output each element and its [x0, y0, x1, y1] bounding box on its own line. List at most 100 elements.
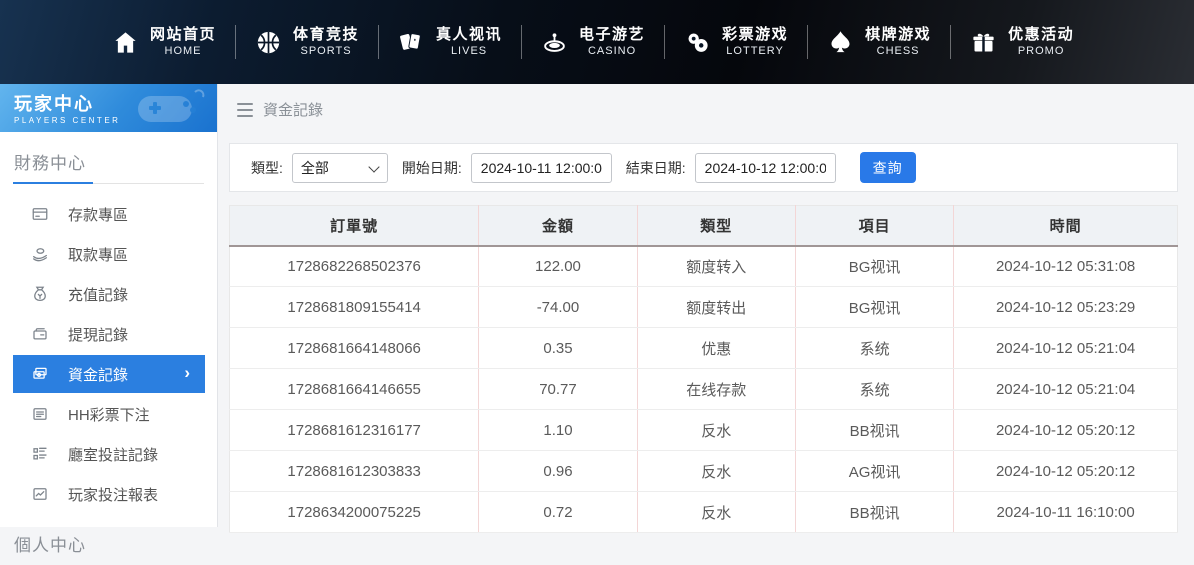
cell-order-no: 1728681612303833 — [230, 451, 479, 492]
type-select-wrap: 全部 — [292, 153, 388, 183]
cell-time: 2024-10-12 05:21:04 — [954, 328, 1178, 369]
search-button[interactable]: 查詢 — [860, 152, 916, 183]
cell-time: 2024-10-12 05:20:12 — [954, 410, 1178, 451]
start-date-input[interactable] — [471, 153, 612, 183]
withdraw-wallet-icon — [31, 325, 49, 343]
table-header-row: 訂單號 金額 類型 項目 時間 — [230, 206, 1178, 246]
cell-item: BB视讯 — [795, 492, 953, 533]
nav-item-home[interactable]: 网站首页 HOME — [112, 26, 216, 59]
sidebar-item-player-bet-report[interactable]: 玩家投注報表 — [0, 474, 217, 514]
sidebar-item-recharge-records[interactable]: 充值記錄 — [0, 274, 217, 314]
gamepad-icon — [137, 86, 209, 130]
col-header-type: 類型 — [637, 206, 795, 246]
cell-item: BG视讯 — [795, 287, 953, 328]
nav-divider — [521, 25, 522, 59]
nav-label-en: HOME — [165, 45, 202, 59]
main-content: 資金記錄 類型: 全部 開始日期: 結束日期: 查詢 訂單號 金額 類型 項目 — [219, 84, 1194, 527]
table-row: 1728681664146655 70.77 在线存款 系统 2024-10-1… — [230, 369, 1178, 410]
cell-amount: -74.00 — [479, 287, 637, 328]
nav-item-casino[interactable]: 电子游艺 CASINO — [541, 26, 645, 59]
nav-item-lottery[interactable]: 彩票游戏 LOTTERY — [684, 26, 788, 59]
cell-order-no: 1728682268502376 — [230, 246, 479, 287]
sidebar-item-hall-bet-records[interactable]: 廳室投註記錄 — [0, 434, 217, 474]
sidebar-item-withdrawal-records[interactable]: 提現記錄 — [0, 314, 217, 354]
roulette-icon — [541, 29, 568, 56]
filter-bar: 類型: 全部 開始日期: 結束日期: 查詢 — [229, 143, 1178, 192]
cell-order-no: 1728681809155414 — [230, 287, 479, 328]
table-row: 1728681612303833 0.96 反水 AG视讯 2024-10-12… — [230, 451, 1178, 492]
section-divider — [13, 183, 204, 184]
col-header-order-no: 訂單號 — [230, 206, 479, 246]
cell-order-no: 1728681612316177 — [230, 410, 479, 451]
start-date-label: 開始日期: — [402, 158, 462, 178]
sidebar-item-label: 存款專區 — [68, 204, 128, 225]
sidebar: 玩家中心 PLAYERS CENTER 財務中心 存款專區 取款專區 充值記錄 — [0, 84, 218, 527]
type-select[interactable]: 全部 — [292, 153, 388, 183]
end-date-input[interactable] — [695, 153, 836, 183]
nav-label-zh: 棋牌游戏 — [865, 26, 931, 45]
cell-type: 额度转出 — [637, 287, 795, 328]
cell-amount: 70.77 — [479, 369, 637, 410]
lottery-balls-icon — [684, 29, 711, 56]
cell-item: BG视讯 — [795, 246, 953, 287]
end-date-label: 結束日期: — [626, 158, 686, 178]
gift-icon — [970, 29, 997, 56]
sidebar-item-withdraw-zone[interactable]: 取款專區 — [0, 234, 217, 274]
sidebar-header: 玩家中心 PLAYERS CENTER — [0, 84, 217, 132]
nav-label-en: LIVES — [451, 45, 487, 59]
nav-divider — [807, 25, 808, 59]
hall-bet-record-icon — [31, 445, 49, 463]
chevron-right-icon: › — [184, 363, 190, 383]
nav-label-zh: 彩票游戏 — [722, 26, 788, 45]
table-row: 1728634200075225 0.72 反水 BB视讯 2024-10-11… — [230, 492, 1178, 533]
sidebar-item-label: 資金記錄 — [68, 364, 128, 385]
nav-label-zh: 真人视讯 — [436, 26, 502, 45]
nav-item-promo[interactable]: 优惠活动 PROMO — [970, 26, 1074, 59]
col-header-amount: 金額 — [479, 206, 637, 246]
menu-icon[interactable] — [237, 103, 253, 117]
lottery-bet-icon — [31, 405, 49, 423]
table-row: 1728682268502376 122.00 额度转入 BG视讯 2024-1… — [230, 246, 1178, 287]
page-title: 資金記錄 — [263, 99, 323, 120]
sidebar-item-hh-lottery-bets[interactable]: HH彩票下注 — [0, 394, 217, 434]
nav-divider — [235, 25, 236, 59]
nav-label-zh: 网站首页 — [150, 26, 216, 45]
cell-order-no: 1728681664148066 — [230, 328, 479, 369]
cell-type: 优惠 — [637, 328, 795, 369]
nav-label-en: CASINO — [588, 45, 636, 59]
nav-item-chess[interactable]: 棋牌游戏 CHESS — [827, 26, 931, 59]
nav-label-en: CHESS — [877, 45, 920, 59]
cards-icon — [398, 29, 425, 56]
sidebar-item-deposit-zone[interactable]: 存款專區 — [0, 194, 217, 234]
col-header-item: 項目 — [795, 206, 953, 246]
nav-divider — [378, 25, 379, 59]
cell-item: BB视讯 — [795, 410, 953, 451]
table-row: 1728681809155414 -74.00 额度转出 BG视讯 2024-1… — [230, 287, 1178, 328]
nav-item-lives[interactable]: 真人视讯 LIVES — [398, 26, 502, 59]
funds-record-icon — [31, 365, 49, 383]
breadcrumb: 資金記錄 — [219, 84, 1194, 120]
nav-label-en: PROMO — [1018, 45, 1065, 59]
cell-order-no: 1728634200075225 — [230, 492, 479, 533]
sidebar-item-label: 提現記錄 — [68, 324, 128, 345]
section-title-finance: 財務中心 — [0, 132, 217, 183]
nav-item-sports[interactable]: 体育竞技 SPORTS — [255, 26, 359, 59]
nav-label-zh: 电子游艺 — [579, 26, 645, 45]
cell-item: 系统 — [795, 369, 953, 410]
section-title-personal: 個人中心 — [0, 514, 217, 565]
home-icon — [112, 29, 139, 56]
table-row: 1728681612316177 1.10 反水 BB视讯 2024-10-12… — [230, 410, 1178, 451]
section-divider-accent — [13, 182, 93, 184]
nav-label-zh: 优惠活动 — [1008, 26, 1074, 45]
cell-order-no: 1728681664146655 — [230, 369, 479, 410]
table-row: 1728681664148066 0.35 优惠 系统 2024-10-12 0… — [230, 328, 1178, 369]
nav-divider — [664, 25, 665, 59]
cell-type: 反水 — [637, 451, 795, 492]
sidebar-item-label: 取款專區 — [68, 244, 128, 265]
cell-amount: 122.00 — [479, 246, 637, 287]
cell-amount: 0.35 — [479, 328, 637, 369]
basketball-icon — [255, 29, 282, 56]
cell-type: 反水 — [637, 492, 795, 533]
spade-icon — [827, 29, 854, 56]
sidebar-item-fund-records[interactable]: 資金記錄 › — [13, 355, 205, 393]
